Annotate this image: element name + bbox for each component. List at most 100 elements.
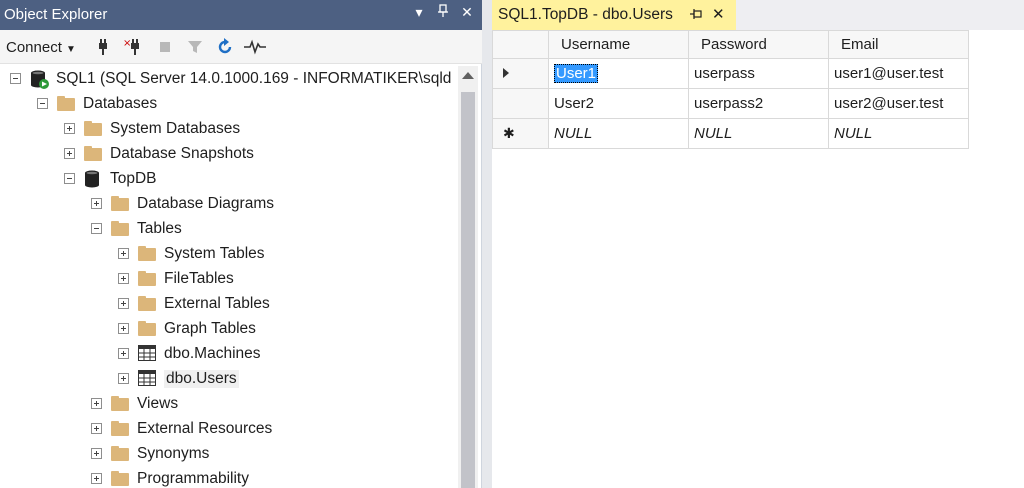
chevron-down-icon: ▼ [66, 44, 76, 55]
tree-node-label: Views [137, 395, 179, 412]
table-row: User1 userpass user1@user.test [492, 58, 969, 89]
expand-toggle-icon[interactable] [91, 473, 102, 484]
expand-toggle-icon[interactable] [91, 198, 102, 209]
tree-node[interactable]: Tables [0, 216, 456, 241]
grid-cell[interactable]: userpass [688, 58, 829, 89]
expand-toggle-icon[interactable] [91, 398, 102, 409]
tree-node[interactable]: dbo.Machines [0, 341, 456, 366]
connect-button[interactable]: Connect ▼ [6, 39, 76, 56]
tab-title: SQL1.TopDB - dbo.Users [498, 6, 673, 23]
collapse-toggle-icon[interactable] [10, 73, 21, 84]
grid-cell[interactable]: NULL [828, 118, 969, 149]
stop-icon[interactable] [154, 36, 176, 58]
collapse-toggle-icon[interactable] [64, 173, 75, 184]
new-row-star-icon: ✱ [503, 125, 515, 141]
tree-node[interactable]: Views [0, 391, 456, 416]
grid-header-row: Username Password Email [492, 30, 969, 59]
grid-cell[interactable]: NULL [688, 118, 829, 149]
tree-node-label: dbo.Machines [164, 345, 261, 362]
grid-cell[interactable]: user2@user.test [828, 88, 969, 119]
object-explorer-title: Object Explorer [4, 6, 108, 23]
tree-node-label: Programmability [137, 470, 249, 487]
folder-icon [138, 246, 156, 261]
folder-icon [138, 271, 156, 286]
object-explorer-toolbar: Connect ▼ × [0, 30, 482, 64]
object-explorer-panel: Object Explorer ▾ ✕ Connect ▼ × SQL1 (SQ… [0, 0, 482, 488]
folder-icon [111, 221, 129, 236]
tree-node-label: FileTables [164, 270, 234, 287]
grid-cell[interactable]: User1 [548, 58, 689, 89]
close-tab-icon[interactable]: ✕ [712, 5, 725, 23]
tree-node[interactable]: Synonyms [0, 441, 456, 466]
tree-node[interactable]: System Databases [0, 116, 456, 141]
table-row: ✱ NULL NULL NULL [492, 118, 969, 149]
expand-toggle-icon[interactable] [118, 373, 129, 384]
folder-icon [111, 196, 129, 211]
collapse-toggle-icon[interactable] [91, 223, 102, 234]
folder-icon [111, 471, 129, 486]
grid-cell[interactable]: userpass2 [688, 88, 829, 119]
expand-toggle-icon[interactable] [91, 423, 102, 434]
tree-node-label: External Resources [137, 420, 273, 437]
tree-node[interactable]: Databases [0, 91, 456, 116]
scroll-up-arrow-icon[interactable] [462, 72, 474, 79]
new-row-indicator[interactable]: ✱ [492, 118, 549, 149]
disconnect-icon[interactable]: × [122, 36, 144, 58]
tree-node[interactable]: Database Diagrams [0, 191, 456, 216]
column-header-username[interactable]: Username [548, 30, 689, 59]
column-header-email[interactable]: Email [828, 30, 969, 59]
tree-node[interactable]: FileTables [0, 266, 456, 291]
tree-node[interactable]: Graph Tables [0, 316, 456, 341]
tree-node[interactable]: SQL1 (SQL Server 14.0.1000.169 - INFORMA… [0, 66, 456, 91]
tree-node[interactable]: TopDB [0, 166, 456, 191]
tree-node[interactable]: dbo.Users [0, 366, 456, 391]
tree-node[interactable]: External Resources [0, 416, 456, 441]
current-row-indicator[interactable] [492, 58, 549, 89]
close-icon[interactable]: ✕ [458, 4, 476, 21]
object-explorer-tree: SQL1 (SQL Server 14.0.1000.169 - INFORMA… [0, 66, 456, 488]
tree-node-label: SQL1 (SQL Server 14.0.1000.169 - INFORMA… [56, 70, 452, 87]
column-header-password[interactable]: Password [688, 30, 829, 59]
auto-hide-pin-icon[interactable] [434, 4, 452, 21]
pin-tab-icon[interactable] [690, 7, 702, 22]
results-grid: Username Password Email User1 userpass u… [492, 30, 969, 149]
connect-plug-icon[interactable] [92, 36, 114, 58]
expand-toggle-icon[interactable] [118, 348, 129, 359]
collapse-toggle-icon[interactable] [37, 98, 48, 109]
expand-toggle-icon[interactable] [64, 123, 75, 134]
expand-toggle-icon[interactable] [64, 148, 75, 159]
folder-icon [111, 396, 129, 411]
selected-cell-text: User1 [554, 64, 599, 83]
expand-toggle-icon[interactable] [118, 248, 129, 259]
window-position-dropdown-icon[interactable]: ▾ [410, 4, 428, 21]
row-header[interactable] [492, 88, 549, 119]
expand-toggle-icon[interactable] [118, 323, 129, 334]
expand-toggle-icon[interactable] [91, 448, 102, 459]
tree-node-label: Database Diagrams [137, 195, 274, 212]
refresh-icon[interactable] [214, 36, 236, 58]
folder-icon [84, 146, 102, 161]
expand-toggle-icon[interactable] [118, 298, 129, 309]
vertical-scrollbar[interactable] [458, 66, 478, 488]
tree-node[interactable]: Database Snapshots [0, 141, 456, 166]
scrollbar-thumb[interactable] [461, 92, 475, 488]
grid-cell[interactable]: NULL [548, 118, 689, 149]
tree-node-label: Database Snapshots [110, 145, 254, 162]
tree-node-label: Tables [137, 220, 182, 237]
object-explorer-title-bar: Object Explorer ▾ ✕ [0, 0, 482, 30]
tree-node[interactable]: Programmability [0, 466, 456, 488]
current-row-arrow-icon [503, 68, 509, 78]
document-tab-strip: SQL1.TopDB - dbo.Users ✕ [492, 0, 1024, 30]
activity-monitor-icon[interactable] [244, 36, 266, 58]
tree-node-label: Graph Tables [164, 320, 256, 337]
folder-icon [111, 421, 129, 436]
server-icon [30, 70, 49, 89]
grid-cell[interactable]: user1@user.test [828, 58, 969, 89]
tree-node[interactable]: External Tables [0, 291, 456, 316]
grid-cell[interactable]: User2 [548, 88, 689, 119]
expand-toggle-icon[interactable] [118, 273, 129, 284]
panel-splitter[interactable] [482, 0, 492, 488]
tab-dbo-users[interactable]: SQL1.TopDB - dbo.Users ✕ [492, 0, 736, 30]
filter-icon[interactable] [184, 36, 206, 58]
tree-node[interactable]: System Tables [0, 241, 456, 266]
